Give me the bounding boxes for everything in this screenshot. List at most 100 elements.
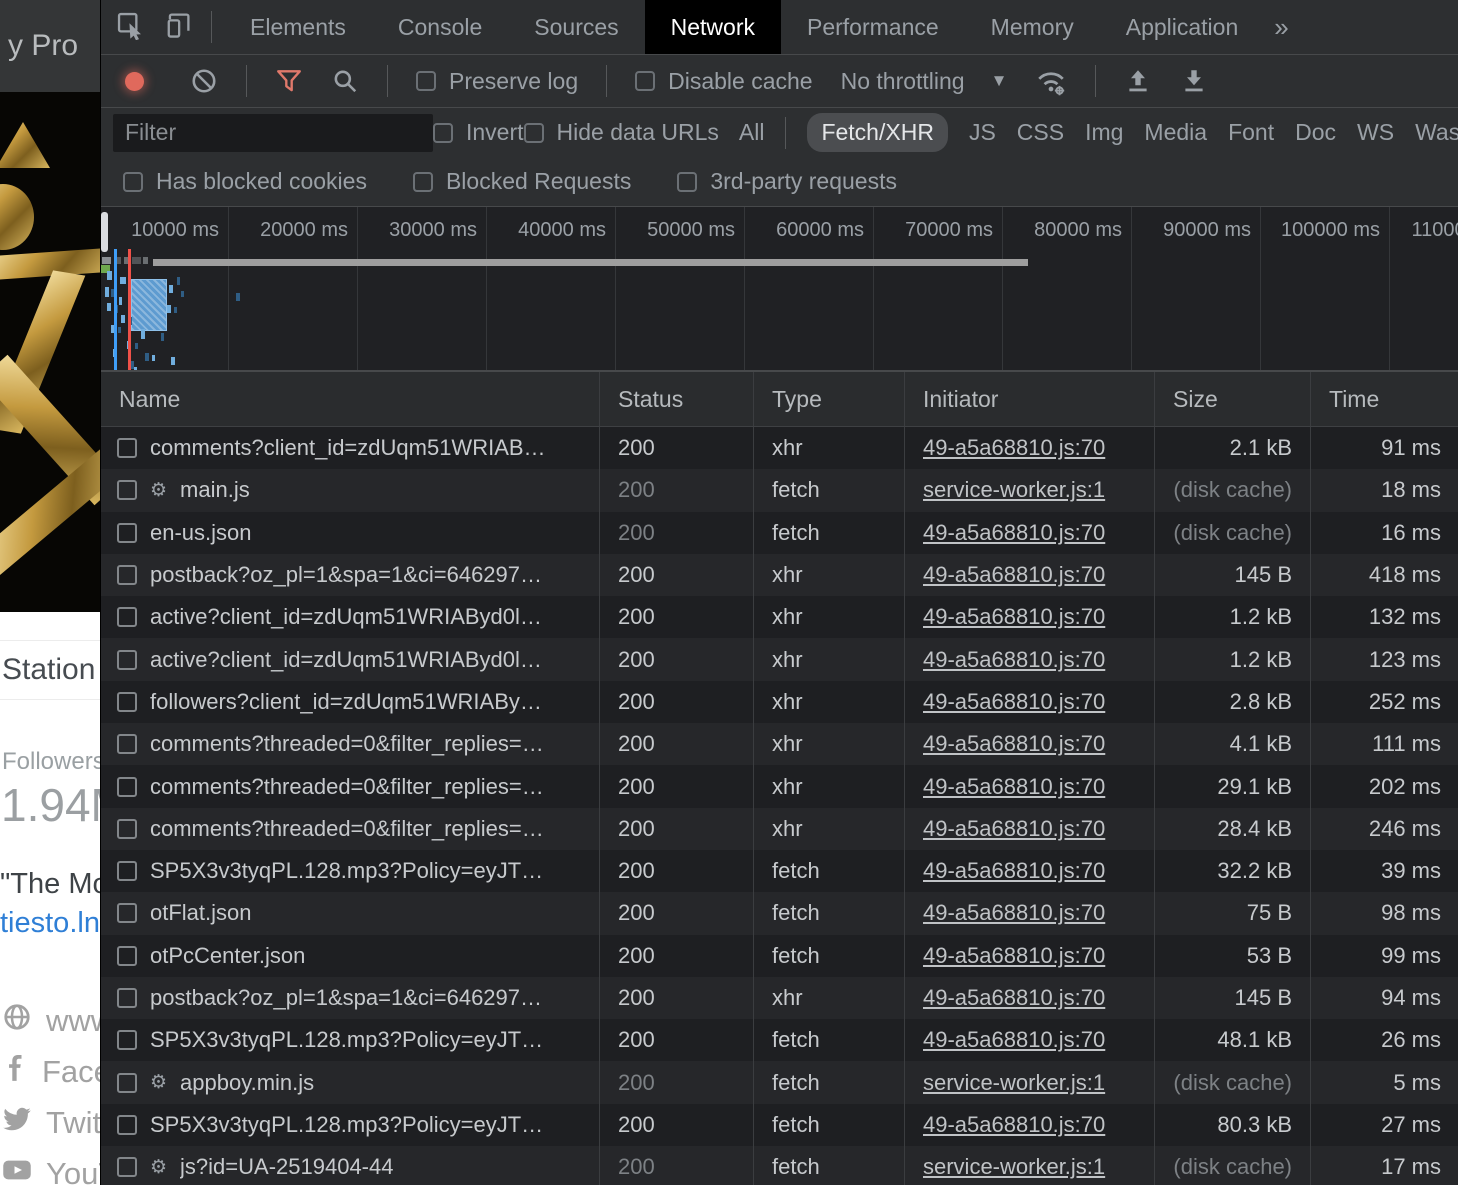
initiator-link[interactable]: 49-a5a68810.js:70 — [923, 562, 1105, 588]
row-checkbox[interactable] — [117, 607, 137, 627]
hide-data-urls-label[interactable]: Hide data URLs — [557, 119, 719, 146]
table-row[interactable]: otFlat.json200fetch49-a5a68810.js:7075 B… — [101, 892, 1458, 934]
social-link-twitte[interactable]: Twitte — [0, 1104, 100, 1142]
filter-toggle-icon[interactable] — [275, 67, 303, 95]
social-link-faceb[interactable]: Faceb — [0, 1053, 100, 1091]
row-checkbox[interactable] — [117, 946, 137, 966]
row-checkbox[interactable] — [117, 692, 137, 712]
3rd-party-requests-label[interactable]: 3rd-party requests — [710, 168, 897, 195]
filter-type-ws[interactable]: WS — [1357, 119, 1394, 146]
row-checkbox[interactable] — [117, 734, 137, 754]
initiator-link[interactable]: 49-a5a68810.js:70 — [923, 435, 1105, 461]
column-header-size[interactable]: Size — [1155, 372, 1311, 426]
tab-memory[interactable]: Memory — [965, 0, 1100, 54]
row-checkbox[interactable] — [117, 1030, 137, 1050]
invert-checkbox[interactable] — [433, 123, 453, 143]
overview-drag-handle[interactable] — [101, 212, 108, 252]
request-name[interactable]: SP5X3v3tyqPL.128.mp3?Policy=eyJT… — [150, 1112, 543, 1138]
initiator-link[interactable]: 49-a5a68810.js:70 — [923, 1112, 1105, 1138]
initiator-link[interactable]: 49-a5a68810.js:70 — [923, 900, 1105, 926]
request-name[interactable]: SP5X3v3tyqPL.128.mp3?Policy=eyJT… — [150, 858, 543, 884]
tab-sources[interactable]: Sources — [508, 0, 644, 54]
table-row[interactable]: en-us.json200fetch49-a5a68810.js:70(disk… — [101, 512, 1458, 554]
filter-type-wasm[interactable]: Wasm — [1415, 119, 1458, 146]
initiator-link[interactable]: service-worker.js:1 — [923, 1154, 1105, 1180]
social-link-youtu[interactable]: YouTu — [0, 1155, 100, 1185]
request-name[interactable]: comments?threaded=0&filter_replies=… — [150, 774, 544, 800]
table-row[interactable]: SP5X3v3tyqPL.128.mp3?Policy=eyJT…200fetc… — [101, 1104, 1458, 1146]
row-checkbox[interactable] — [117, 438, 137, 458]
row-checkbox[interactable] — [117, 988, 137, 1008]
row-checkbox[interactable] — [117, 903, 137, 923]
initiator-link[interactable]: 49-a5a68810.js:70 — [923, 943, 1105, 969]
column-header-initiator[interactable]: Initiator — [905, 372, 1155, 426]
request-name[interactable]: comments?threaded=0&filter_replies=… — [150, 731, 544, 757]
hide-data-urls-checkbox[interactable] — [524, 123, 544, 143]
filter-type-js[interactable]: JS — [969, 119, 996, 146]
row-checkbox[interactable] — [117, 1115, 137, 1135]
3rd-party-requests-checkbox[interactable] — [677, 172, 697, 192]
preserve-log-checkbox[interactable] — [416, 71, 436, 91]
row-checkbox[interactable] — [117, 565, 137, 585]
network-overview-timeline[interactable]: 10000 ms20000 ms30000 ms40000 ms50000 ms… — [101, 207, 1458, 372]
record-button[interactable] — [125, 72, 144, 91]
row-checkbox[interactable] — [117, 819, 137, 839]
row-checkbox[interactable] — [117, 650, 137, 670]
filter-type-img[interactable]: Img — [1085, 119, 1123, 146]
table-row[interactable]: otPcCenter.json200fetch49-a5a68810.js:70… — [101, 935, 1458, 977]
request-name[interactable]: js?id=UA-2519404-44 — [180, 1154, 393, 1180]
request-name[interactable]: main.js — [180, 477, 250, 503]
tab-performance[interactable]: Performance — [781, 0, 965, 54]
table-row[interactable]: postback?oz_pl=1&spa=1&ci=646297…200xhr4… — [101, 977, 1458, 1019]
request-name[interactable]: followers?client_id=zdUqm51WRIABy… — [150, 689, 542, 715]
social-link-www[interactable]: www. — [0, 1002, 100, 1040]
filter-input[interactable] — [113, 114, 433, 152]
row-checkbox[interactable] — [117, 1157, 137, 1177]
disable-cache-label[interactable]: Disable cache — [668, 68, 812, 95]
column-header-type[interactable]: Type — [754, 372, 905, 426]
table-row[interactable]: active?client_id=zdUqm51WRIAByd0l…200xhr… — [101, 638, 1458, 680]
device-toolbar-icon[interactable] — [163, 10, 193, 45]
disable-cache-checkbox[interactable] — [635, 71, 655, 91]
column-header-time[interactable]: Time — [1311, 372, 1458, 426]
request-name[interactable]: active?client_id=zdUqm51WRIAByd0l… — [150, 604, 542, 630]
tab-console[interactable]: Console — [372, 0, 508, 54]
has-blocked-cookies-label[interactable]: Has blocked cookies — [156, 168, 367, 195]
initiator-link[interactable]: 49-a5a68810.js:70 — [923, 689, 1105, 715]
table-row[interactable]: comments?threaded=0&filter_replies=…200x… — [101, 808, 1458, 850]
table-row[interactable]: active?client_id=zdUqm51WRIAByd0l…200xhr… — [101, 596, 1458, 638]
request-name[interactable]: appboy.min.js — [180, 1070, 314, 1096]
blocked-requests-label[interactable]: Blocked Requests — [446, 168, 631, 195]
filter-type-fetch-xhr[interactable]: Fetch/XHR — [807, 113, 947, 152]
bio-link[interactable]: tiesto.lnk — [0, 907, 100, 940]
request-name[interactable]: otPcCenter.json — [150, 943, 305, 969]
initiator-link[interactable]: 49-a5a68810.js:70 — [923, 647, 1105, 673]
inspect-element-icon[interactable] — [115, 10, 145, 45]
table-row[interactable]: comments?client_id=zdUqm51WRIAB…200xhr49… — [101, 427, 1458, 469]
row-checkbox[interactable] — [117, 861, 137, 881]
initiator-link[interactable]: service-worker.js:1 — [923, 477, 1105, 503]
request-name[interactable]: postback?oz_pl=1&spa=1&ci=646297… — [150, 562, 542, 588]
station-button[interactable]: Station — [0, 640, 100, 700]
row-checkbox[interactable] — [117, 1073, 137, 1093]
initiator-link[interactable]: 49-a5a68810.js:70 — [923, 985, 1105, 1011]
blocked-requests-checkbox[interactable] — [413, 172, 433, 192]
clear-button[interactable] — [190, 67, 218, 95]
request-name[interactable]: en-us.json — [150, 520, 252, 546]
initiator-link[interactable]: 49-a5a68810.js:70 — [923, 520, 1105, 546]
row-checkbox[interactable] — [117, 777, 137, 797]
filter-type-css[interactable]: CSS — [1017, 119, 1064, 146]
table-row[interactable]: comments?threaded=0&filter_replies=…200x… — [101, 723, 1458, 765]
initiator-link[interactable]: 49-a5a68810.js:70 — [923, 731, 1105, 757]
request-name[interactable]: SP5X3v3tyqPL.128.mp3?Policy=eyJT… — [150, 1027, 543, 1053]
request-name[interactable]: otFlat.json — [150, 900, 252, 926]
request-name[interactable]: comments?threaded=0&filter_replies=… — [150, 816, 544, 842]
initiator-link[interactable]: 49-a5a68810.js:70 — [923, 858, 1105, 884]
table-row[interactable]: ⚙main.js200fetchservice-worker.js:1(disk… — [101, 469, 1458, 511]
tab-application[interactable]: Application — [1100, 0, 1265, 54]
request-name[interactable]: comments?client_id=zdUqm51WRIAB… — [150, 435, 546, 461]
throttling-select[interactable]: No throttling — [841, 68, 965, 95]
table-row[interactable]: SP5X3v3tyqPL.128.mp3?Policy=eyJT…200fetc… — [101, 850, 1458, 892]
more-tabs-chevron[interactable]: » — [1264, 0, 1298, 54]
import-har-icon[interactable] — [1124, 67, 1152, 95]
